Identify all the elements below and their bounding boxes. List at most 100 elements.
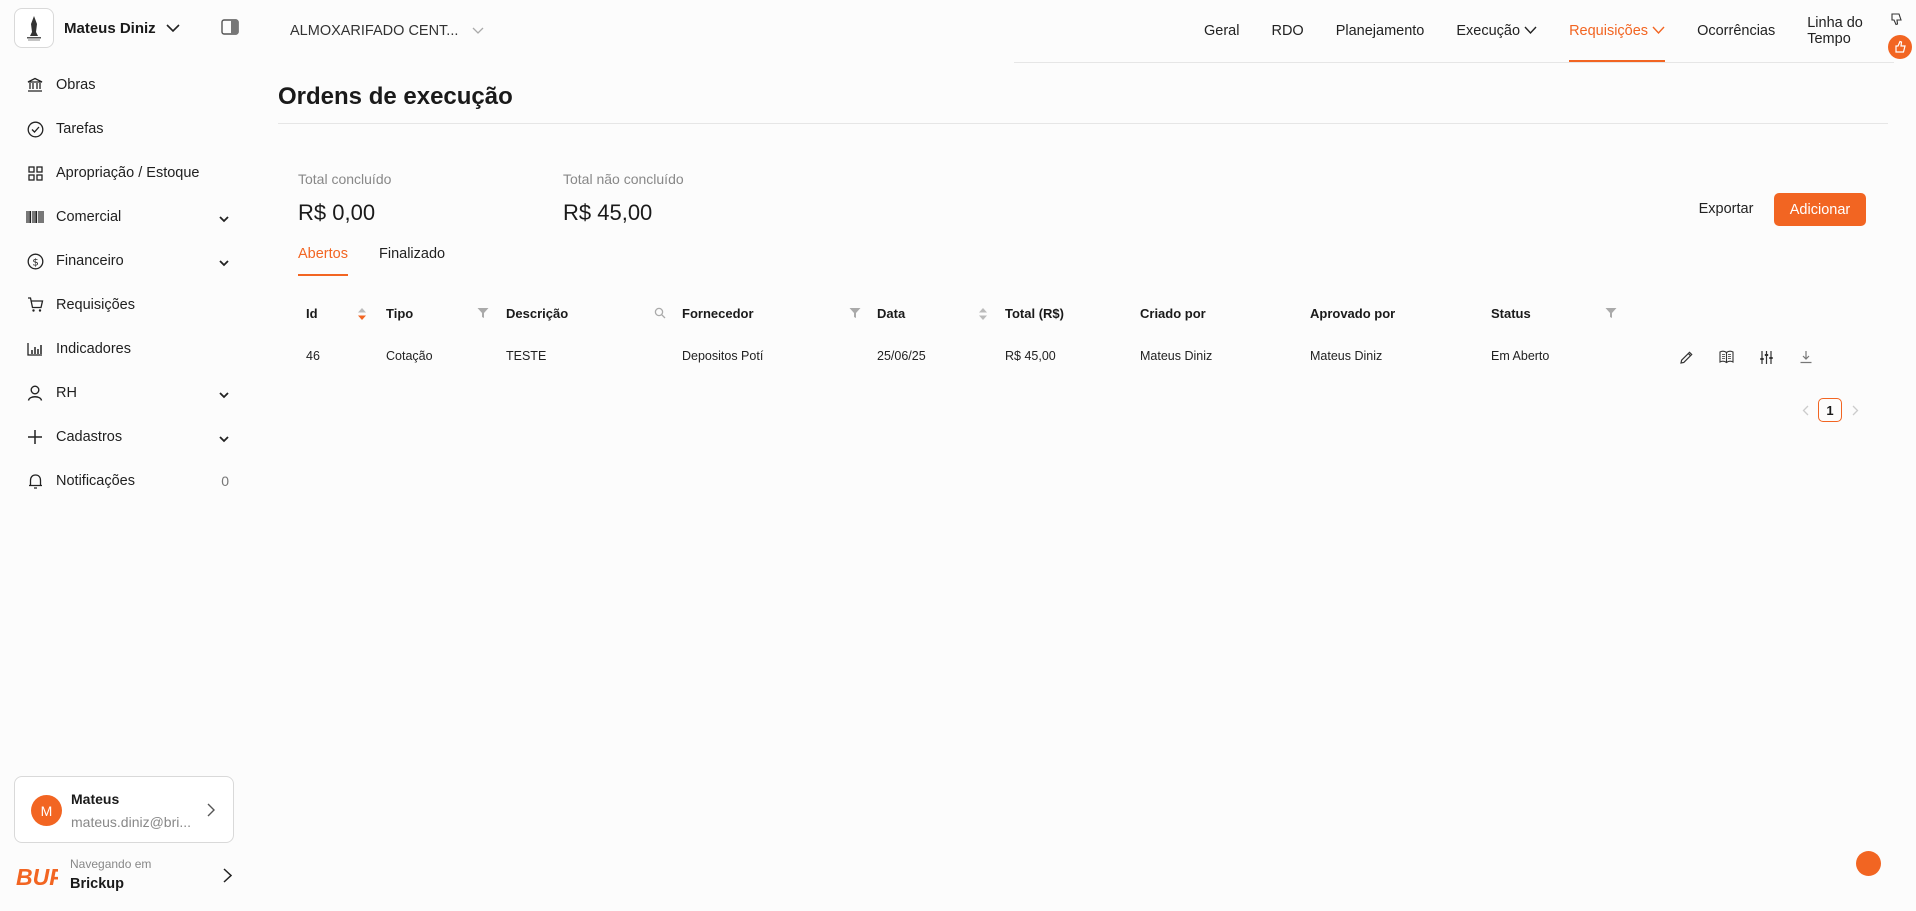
project-selector[interactable]: ALMOXARIFADO CENT... xyxy=(290,23,484,39)
tab-requisicoes[interactable]: Requisições xyxy=(1553,0,1681,62)
pagination: 1 xyxy=(1798,398,1862,422)
column-header-tipo[interactable]: Tipo xyxy=(386,306,413,321)
export-button[interactable]: Exportar xyxy=(1688,193,1764,225)
company-switcher[interactable]: BUP Navegando em Brickup xyxy=(16,853,238,899)
column-header-data[interactable]: Data xyxy=(877,306,905,321)
search-icon[interactable] xyxy=(654,306,666,324)
project-name: ALMOXARIFADO CENT... xyxy=(290,23,459,39)
tab-label: Geral xyxy=(1204,23,1240,39)
cell-fornecedor: Depositos Potí xyxy=(682,349,764,363)
pagination-page-current[interactable]: 1 xyxy=(1818,398,1842,422)
stat-value: R$ 45,00 xyxy=(563,200,653,225)
sidebar-item-notificacoes[interactable]: Notificações 0 xyxy=(14,459,239,503)
tab-label: Planejamento xyxy=(1335,23,1425,39)
filter-icon[interactable] xyxy=(849,306,861,324)
stat-total-nao-concluido: Total não concluído R$ 45,00 xyxy=(563,171,684,226)
chevron-down-icon xyxy=(219,211,229,227)
navigating-caption: Navegando em xyxy=(70,857,152,871)
page-title: Ordens de execução xyxy=(278,83,513,110)
sidebar-item-label: Cadastros xyxy=(56,429,123,445)
app-root: Mateus Diniz Obras Tarefas Apropriação /… xyxy=(0,0,1916,911)
filter-icon[interactable] xyxy=(477,306,489,324)
cart-icon xyxy=(26,296,44,314)
column-header-descricao[interactable]: Descrição xyxy=(506,306,568,321)
sidebar-item-label: Notificações xyxy=(56,473,135,489)
sidebar-toggle-icon[interactable] xyxy=(221,19,239,35)
cell-data: 25/06/25 xyxy=(877,349,926,363)
sidebar-item-apropriacao[interactable]: Apropriação / Estoque xyxy=(14,151,239,195)
tab-ocorrencias[interactable]: Ocorrências xyxy=(1681,0,1791,62)
chevron-down-icon xyxy=(219,387,229,403)
table-row[interactable]: 46 Cotação TESTE Depositos Potí 25/06/25… xyxy=(298,344,1873,370)
tab-execucao[interactable]: Execução xyxy=(1440,0,1553,62)
sidebar: Mateus Diniz Obras Tarefas Apropriação /… xyxy=(0,0,246,911)
sliders-icon[interactable] xyxy=(1756,347,1776,367)
table-header: Id Tipo Descrição Fornecedor Data Total … xyxy=(298,300,1873,328)
sidebar-item-label: Apropriação / Estoque xyxy=(56,165,200,181)
column-header-id[interactable]: Id xyxy=(306,306,318,321)
bank-icon xyxy=(26,76,44,94)
chevron-right-icon xyxy=(207,803,215,822)
brickup-logo: BUP xyxy=(16,863,65,894)
column-header-status[interactable]: Status xyxy=(1491,306,1531,321)
sidebar-item-requisicoes[interactable]: Requisições xyxy=(14,283,239,327)
company-logo-icon xyxy=(27,16,41,41)
pagination-prev-icon[interactable] xyxy=(1798,405,1812,416)
title-divider xyxy=(278,123,1888,124)
cell-criado-por: Mateus Diniz xyxy=(1140,349,1213,363)
sidebar-item-label: Indicadores xyxy=(56,341,131,357)
column-header-criado-por[interactable]: Criado por xyxy=(1140,306,1206,321)
cell-total: R$ 45,00 xyxy=(1005,349,1056,363)
add-button[interactable]: Adicionar xyxy=(1774,193,1866,226)
chevron-down-icon xyxy=(219,255,229,271)
sidebar-item-obras[interactable]: Obras xyxy=(14,63,239,107)
sort-icon[interactable] xyxy=(357,306,367,327)
company-name: Brickup xyxy=(70,876,124,892)
stat-value: R$ 0,00 xyxy=(298,200,376,225)
chevron-down-icon xyxy=(1652,23,1665,39)
bell-icon xyxy=(26,472,44,490)
filter-icon[interactable] xyxy=(1605,306,1617,324)
chevron-right-icon xyxy=(223,868,233,888)
stat-label: Total não concluído xyxy=(563,171,684,187)
bar-chart-icon xyxy=(26,340,44,358)
profile-card[interactable]: M Mateus mateus.diniz@bri... xyxy=(14,776,234,843)
tab-label: Linha do Tempo xyxy=(1807,15,1863,47)
sidebar-item-rh[interactable]: RH xyxy=(14,371,239,415)
tab-planejamento[interactable]: Planejamento xyxy=(1320,0,1441,62)
thumbs-down-icon[interactable] xyxy=(1890,12,1904,31)
download-icon[interactable] xyxy=(1796,347,1816,367)
tab-label: RDO xyxy=(1271,23,1304,39)
sidebar-item-cadastros[interactable]: Cadastros xyxy=(14,415,239,459)
edit-icon[interactable] xyxy=(1676,347,1696,367)
sidebar-item-financeiro[interactable]: $ Financeiro xyxy=(14,239,239,283)
user-switcher[interactable]: Mateus Diniz xyxy=(14,8,180,48)
user-icon xyxy=(26,384,44,402)
svg-text:BUP: BUP xyxy=(16,864,58,889)
sort-icon[interactable] xyxy=(978,306,988,327)
sidebar-item-indicadores[interactable]: Indicadores xyxy=(14,327,239,371)
cell-status: Em Aberto xyxy=(1491,349,1550,363)
sidebar-item-label: Requisições xyxy=(56,297,135,313)
tab-rdo[interactable]: RDO xyxy=(1255,0,1319,62)
dollar-circle-icon: $ xyxy=(26,252,44,270)
grid-icon xyxy=(26,164,44,182)
sidebar-item-label: Comercial xyxy=(56,209,122,225)
book-icon[interactable] xyxy=(1716,347,1736,367)
column-header-aprovado-por[interactable]: Aprovado por xyxy=(1310,306,1395,321)
svg-text:$: $ xyxy=(32,257,38,268)
pagination-next-icon[interactable] xyxy=(1848,405,1862,416)
barcode-icon xyxy=(26,208,44,226)
thumbs-up-icon[interactable] xyxy=(1888,35,1912,59)
sidebar-item-label: Financeiro xyxy=(56,253,124,269)
tab-geral[interactable]: Geral xyxy=(1188,0,1255,62)
sidebar-item-tarefas[interactable]: Tarefas xyxy=(14,107,239,151)
help-chat-button[interactable] xyxy=(1856,851,1881,876)
column-header-total[interactable]: Total (R$) xyxy=(1005,306,1064,321)
column-header-fornecedor[interactable]: Fornecedor xyxy=(682,306,754,321)
sidebar-item-comercial[interactable]: Comercial xyxy=(14,195,239,239)
cell-descricao: TESTE xyxy=(506,349,547,363)
tab-label: Requisições xyxy=(1569,23,1649,39)
tab-abertos[interactable]: Abertos xyxy=(298,246,348,276)
tab-finalizado[interactable]: Finalizado xyxy=(379,246,445,276)
